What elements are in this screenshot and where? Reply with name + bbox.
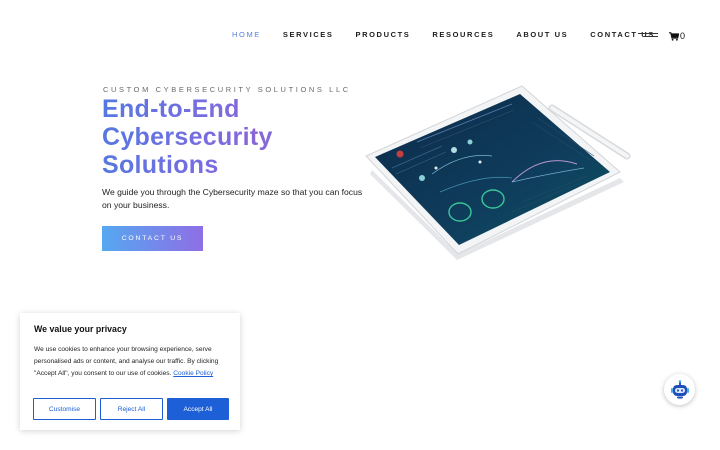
cookie-banner-text: We use cookies to enhance your browsing … <box>34 344 226 380</box>
hero-headline: End-to-End Cybersecurity Solutions <box>102 95 362 179</box>
cookie-policy-link[interactable]: Cookie Policy <box>173 370 213 377</box>
reject-all-button[interactable]: Reject All <box>100 398 163 420</box>
headline-line-1: End-to-End <box>102 95 240 123</box>
cart-button[interactable]: 0 <box>669 31 685 41</box>
headline-line-2: Cybersecurity <box>102 123 273 151</box>
cookie-banner-title: We value your privacy <box>34 324 127 334</box>
headline-line-3: Solutions <box>102 151 219 179</box>
main-nav: HOME SERVICES PRODUCTS RESOURCES ABOUT U… <box>232 30 677 39</box>
cookie-button-group: Customise Reject All Accept All <box>33 398 233 420</box>
nav-item-resources[interactable]: RESOURCES <box>432 30 494 39</box>
nav-item-home[interactable]: HOME <box>232 30 261 39</box>
cookie-consent-banner: We value your privacy We use cookies to … <box>20 313 240 430</box>
contact-us-button[interactable]: CONTACT US <box>102 226 203 251</box>
hero-subtext: We guide you through the Cybersecurity m… <box>102 187 363 210</box>
customise-button[interactable]: Customise <box>33 398 96 420</box>
cart-count: 0 <box>680 31 686 41</box>
nav-item-about-us[interactable]: ABOUT US <box>516 30 568 39</box>
cart-icon <box>669 31 679 41</box>
tablet-dashboard-image <box>362 82 637 262</box>
chatbot-icon <box>670 379 689 398</box>
accept-all-button[interactable]: Accept All <box>167 398 229 420</box>
chatbot-button[interactable] <box>664 374 695 405</box>
hamburger-menu-icon[interactable] <box>638 33 658 39</box>
company-eyebrow: CUSTOM CYBERSECURITY SOLUTIONS LLC <box>103 85 351 94</box>
nav-item-services[interactable]: SERVICES <box>283 30 334 39</box>
nav-item-products[interactable]: PRODUCTS <box>356 30 411 39</box>
